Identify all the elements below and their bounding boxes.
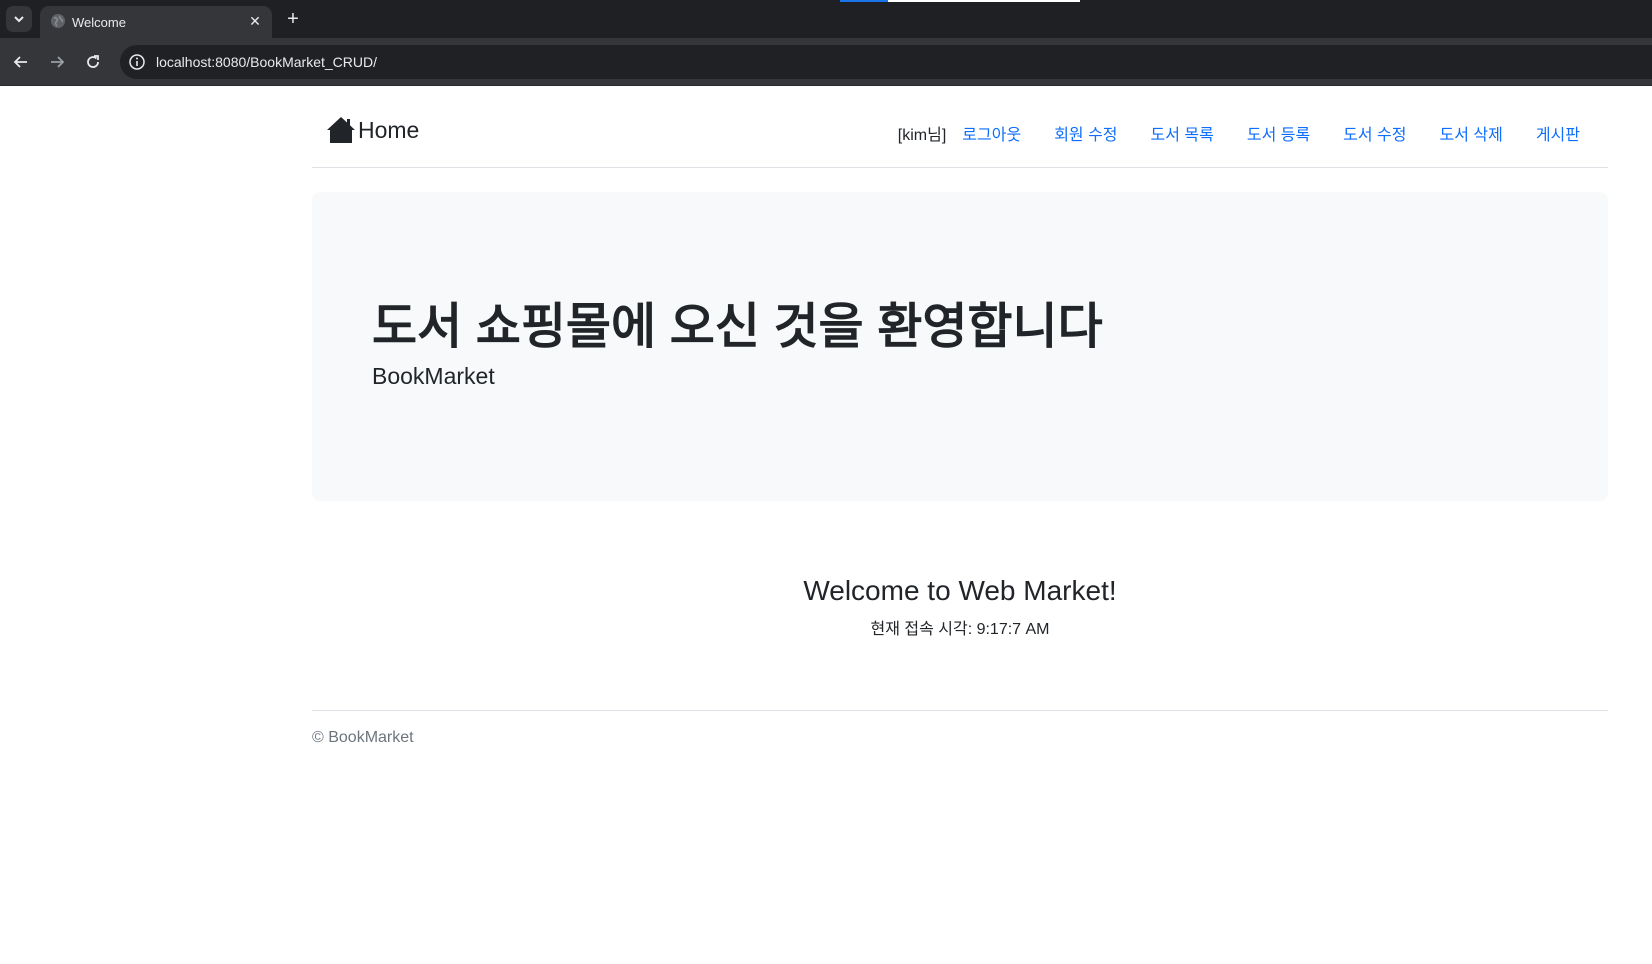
house-icon — [327, 117, 355, 143]
url-text[interactable]: localhost:8080/BookMarket_CRUD/ — [156, 54, 377, 70]
hero-subtitle: BookMarket — [372, 363, 495, 389]
tab-search-button[interactable] — [6, 6, 32, 32]
access-time-text: 현재 접속 시각: 9:17:7 AM — [870, 621, 1050, 638]
home-brand-link[interactable]: Home — [326, 116, 419, 144]
forward-button[interactable] — [45, 50, 69, 74]
tab-loading-progress — [840, 0, 888, 2]
nav-link-book-edit[interactable]: 도서 수정 — [1343, 121, 1406, 145]
brand-label: Home — [358, 116, 420, 143]
close-tab-icon[interactable]: ✕ — [246, 12, 264, 30]
tab-title: Welcome — [72, 15, 126, 30]
navbar: Home [kim님] 로그아웃 회원 수정 도서 목록 도서 등록 도서 수정… — [312, 87, 1608, 168]
back-button[interactable] — [9, 50, 33, 74]
footer-copyright: © BookMarket — [312, 729, 414, 746]
reload-button[interactable] — [81, 50, 105, 74]
page-viewport: Home [kim님] 로그아웃 회원 수정 도서 목록 도서 등록 도서 수정… — [0, 87, 1652, 964]
welcome-heading: Welcome to Web Market! — [803, 575, 1117, 606]
nav-link-book-list[interactable]: 도서 목록 — [1151, 121, 1214, 145]
reload-icon — [87, 55, 99, 68]
nav-menu: [kim님] 로그아웃 회원 수정 도서 목록 도서 등록 도서 수정 도서 삭… — [898, 121, 1580, 145]
browser-tab[interactable]: Welcome ✕ — [40, 6, 272, 38]
nav-link-board[interactable]: 게시판 — [1536, 121, 1580, 145]
arrow-right-icon — [51, 56, 65, 68]
chevron-down-icon — [14, 16, 24, 23]
hero-title: 도서 쇼핑몰에 오신 것을 환영합니다 — [372, 300, 1103, 354]
globe-icon — [51, 14, 65, 28]
welcome-section: Welcome to Web Market! 현재 접속 시각: 9:17:7 … — [312, 575, 1608, 639]
page-container: Home [kim님] 로그아웃 회원 수정 도서 목록 도서 등록 도서 수정… — [312, 87, 1608, 746]
address-bar[interactable]: localhost:8080/BookMarket_CRUD/ — [120, 45, 1652, 79]
new-tab-button[interactable]: + — [282, 8, 304, 30]
info-icon[interactable] — [128, 53, 146, 71]
nav-link-edit-member[interactable]: 회원 수정 — [1054, 121, 1117, 145]
user-greeting: [kim님] — [897, 127, 947, 144]
arrow-left-icon — [13, 56, 27, 68]
hero-banner: 도서 쇼핑몰에 오신 것을 환영합니다 BookMarket — [312, 192, 1608, 501]
browser-tab-strip: Welcome ✕ + — [0, 0, 1652, 38]
nav-link-book-delete[interactable]: 도서 삭제 — [1440, 121, 1503, 145]
browser-toolbar: localhost:8080/BookMarket_CRUD/ — [0, 38, 1652, 86]
nav-link-logout[interactable]: 로그아웃 — [962, 121, 1021, 145]
nav-link-book-register[interactable]: 도서 등록 — [1247, 121, 1310, 145]
footer: © BookMarket — [312, 710, 1608, 747]
